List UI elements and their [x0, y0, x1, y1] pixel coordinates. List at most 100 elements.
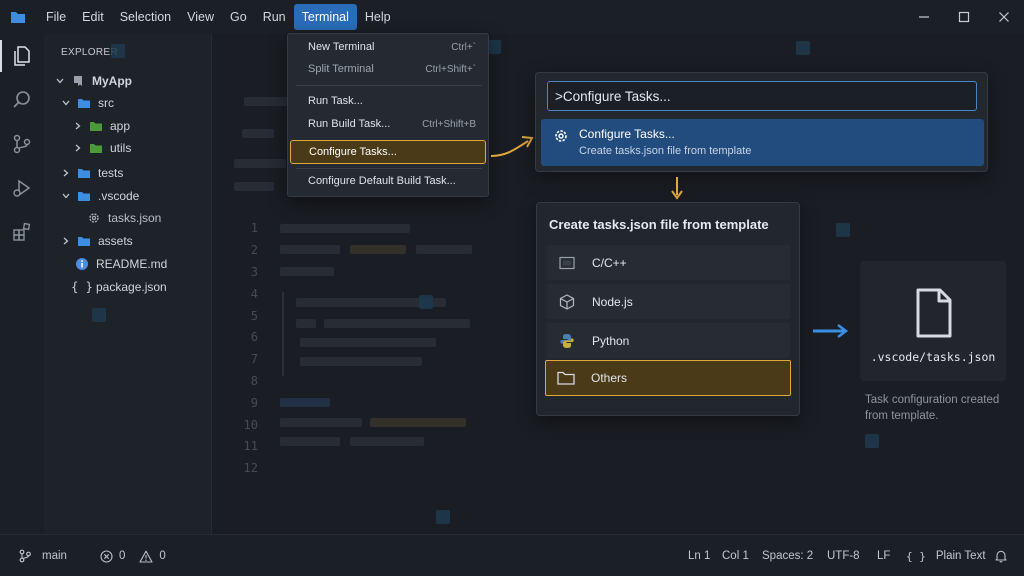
menu-go[interactable]: Go	[222, 4, 255, 30]
result-title: Configure Tasks...	[579, 127, 675, 141]
folder-icon	[76, 190, 92, 202]
line-number: 7	[250, 352, 258, 366]
warning-count: 0	[159, 550, 166, 562]
menu-item-label: Run Task...	[308, 95, 363, 107]
menu-item-split-terminal[interactable]: Split Terminal Ctrl+Shift+`	[290, 58, 486, 80]
tree-item-label: tasks.json	[108, 211, 162, 225]
encoding-status[interactable]: UTF-8	[827, 535, 860, 576]
code-placeholder	[234, 182, 274, 191]
folder-icon	[76, 97, 92, 109]
run-debug-icon	[13, 179, 31, 197]
maximize-button[interactable]	[944, 0, 984, 34]
menu-view[interactable]: View	[179, 4, 222, 30]
tree-item-assets[interactable]: assets	[60, 230, 133, 252]
language-mode-status[interactable]: { } Plain Text	[906, 535, 986, 576]
template-option-python[interactable]: Python	[547, 323, 790, 358]
chevron-down-icon	[60, 192, 72, 200]
tree-item-src[interactable]: src	[60, 92, 114, 114]
menu-item-label: Configure Tasks...	[309, 146, 397, 158]
code-placeholder	[296, 319, 316, 328]
chevron-right-icon	[72, 122, 84, 130]
search-activity-button[interactable]	[0, 78, 44, 122]
source-control-activity-button[interactable]	[0, 122, 44, 166]
error-count: 0	[119, 550, 126, 562]
template-option-label: Node.js	[592, 294, 633, 309]
tree-item-package-json[interactable]: { } package.json	[71, 276, 167, 298]
extensions-icon	[13, 222, 31, 241]
tree-item-utils[interactable]: utils	[72, 137, 131, 159]
template-option-others[interactable]: Others	[545, 360, 791, 396]
menu-selection[interactable]: Selection	[112, 4, 179, 30]
menu-separator	[296, 85, 482, 86]
folder-icon	[88, 142, 104, 154]
indent-guide	[282, 292, 284, 376]
watermark-mark	[419, 295, 433, 309]
close-button[interactable]	[984, 0, 1024, 34]
menu-help[interactable]: Help	[357, 4, 399, 30]
menu-run[interactable]: Run	[255, 4, 294, 30]
command-palette-result-configure-tasks[interactable]: Configure Tasks... Create tasks.json fil…	[541, 119, 984, 166]
menu-bar: File Edit Selection View Go Run Terminal…	[38, 0, 399, 34]
curved-arrow-icon	[490, 136, 534, 157]
command-palette-input[interactable]	[547, 81, 977, 111]
braces-icon: { }	[906, 549, 926, 563]
menu-item-run-task[interactable]: Run Task...	[290, 90, 486, 112]
menu-terminal[interactable]: Terminal	[293, 4, 357, 30]
tree-item-tasks-json[interactable]: tasks.json	[86, 207, 161, 229]
explorer-activity-button[interactable]	[0, 34, 44, 78]
minimize-button[interactable]	[904, 0, 944, 34]
menu-item-label: Configure Default Build Task...	[308, 175, 456, 187]
tree-item-label: utils	[110, 141, 132, 155]
eol-status[interactable]: LF	[877, 535, 890, 576]
folder-icon	[555, 371, 577, 385]
tree-item-readme[interactable]: README.md	[74, 253, 167, 275]
template-picker-title: Create tasks.json file from template	[549, 217, 769, 232]
code-placeholder	[370, 418, 466, 427]
template-option-label: Python	[592, 333, 630, 348]
line-number: 4	[250, 287, 258, 301]
arrow-down-icon	[671, 177, 683, 200]
gear-icon	[86, 211, 102, 225]
menu-item-label: New Terminal	[308, 41, 375, 53]
tree-item-vscode[interactable]: .vscode	[60, 185, 139, 207]
branch-status[interactable]: main	[18, 535, 67, 576]
extensions-activity-button[interactable]	[0, 210, 44, 254]
chevron-down-icon	[60, 99, 72, 107]
braces-icon: { }	[71, 280, 93, 294]
code-placeholder	[234, 159, 286, 168]
notifications-button[interactable]	[994, 535, 1008, 576]
column-status[interactable]: Col 1	[722, 535, 749, 576]
code-placeholder	[280, 245, 340, 254]
menu-item-new-terminal[interactable]: New Terminal Ctrl+`	[290, 36, 486, 58]
line-number: 1	[250, 221, 258, 235]
branch-name: main	[42, 550, 67, 562]
template-option-nodejs[interactable]: Node.js	[547, 284, 790, 319]
menu-item-configure-tasks[interactable]: Configure Tasks...	[290, 140, 486, 164]
run-debug-activity-button[interactable]	[0, 166, 44, 210]
line-status[interactable]: Ln 1	[688, 535, 710, 576]
code-placeholder	[280, 267, 334, 276]
file-icon	[916, 288, 952, 338]
menu-file[interactable]: File	[38, 4, 74, 30]
menu-edit[interactable]: Edit	[74, 4, 112, 30]
bell-icon	[995, 550, 1007, 563]
explorer-sidebar: EXPLORER MyApp src app utils tests .vsco…	[44, 34, 212, 534]
tree-item-label: README.md	[96, 257, 168, 271]
source-control-icon	[13, 134, 31, 154]
tree-item-tests[interactable]: tests	[60, 162, 123, 184]
warning-icon	[139, 550, 153, 563]
template-option-cpp[interactable]: C/C++	[547, 245, 790, 280]
cube-icon	[556, 293, 578, 310]
tree-item-app[interactable]: app	[72, 115, 130, 137]
tree-item-label: app	[110, 119, 131, 133]
app-folder-icon	[0, 0, 36, 34]
indentation-status[interactable]: Spaces: 2	[762, 535, 813, 576]
tree-item-label: src	[98, 96, 114, 110]
code-placeholder	[416, 245, 472, 254]
gear-icon	[553, 128, 569, 147]
menu-item-configure-default-build-task[interactable]: Configure Default Build Task...	[290, 170, 486, 192]
problems-status[interactable]: 0 0	[100, 535, 166, 576]
files-icon	[14, 46, 30, 66]
tree-item-myapp[interactable]: MyApp	[54, 70, 132, 92]
menu-item-run-build-task[interactable]: Run Build Task... Ctrl+Shift+B	[290, 113, 486, 135]
